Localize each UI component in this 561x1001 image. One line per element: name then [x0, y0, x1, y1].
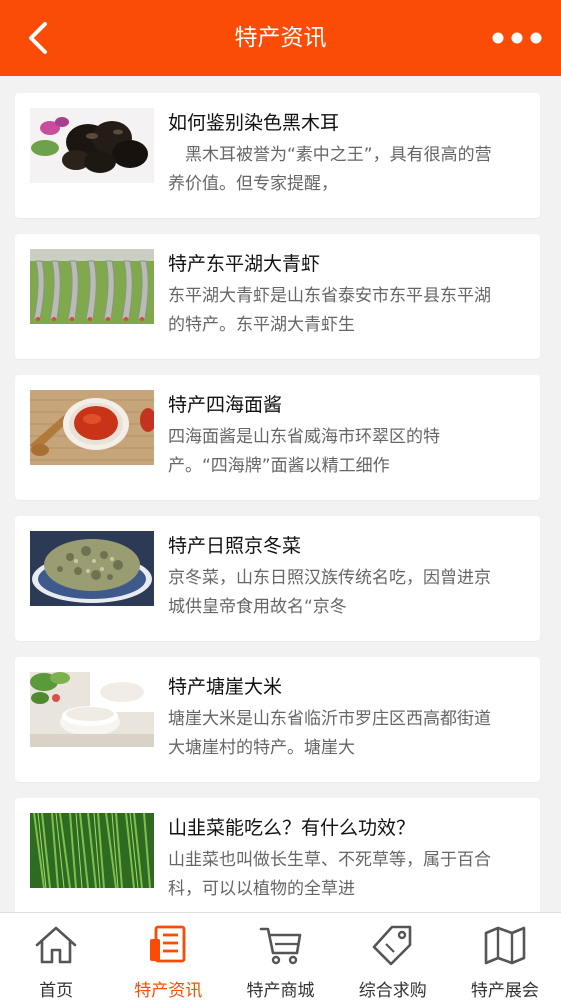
list-item[interactable]: 特产塘崖大米 塘崖大米是山东省临沂市罗庄区西高都街道大塘崖村的特产。塘崖大: [15, 657, 540, 782]
map-icon: [484, 926, 526, 964]
home-icon: [35, 926, 77, 963]
tab-label: 特产商城: [246, 981, 315, 1001]
more-dots-icon: [492, 32, 542, 44]
list-item[interactable]: 特产东平湖大青虾 东平湖大青虾是山东省泰安市东平县东平湖的特产。东平湖大青虾生: [15, 234, 540, 359]
bottom-tab-bar: 首页 特产资讯 特产商城 综合求购 特产展会: [0, 912, 561, 1001]
tab-label: 特产展会: [470, 981, 539, 1001]
tab-expo[interactable]: 特产展会: [449, 913, 561, 1001]
article-summary: 山韭菜也叫做长生草、不死草等，属于百合科，可以以植物的全草进: [168, 850, 491, 899]
tab-label: 首页: [39, 981, 74, 1001]
article-summary: 塘崖大米是山东省临沂市罗庄区西高都街道大塘崖村的特产。塘崖大: [168, 709, 491, 758]
preserved-vegetable-image: [30, 531, 154, 606]
sauce-bowl-image: [30, 390, 154, 465]
article-title: 如何鉴别染色黑木耳: [168, 112, 340, 134]
tab-home[interactable]: 首页: [0, 913, 112, 1001]
tab-label: 特产资讯: [134, 981, 203, 1001]
list-item[interactable]: 如何鉴别染色黑木耳 黑木耳被誉为“素中之王”，具有很高的营养价值。但专家提醒，: [15, 93, 540, 218]
shrimp-image: [30, 249, 154, 324]
list-item[interactable]: 特产日照京冬菜 京冬菜，山东日照汉族传统名吃，因曾进京城供皇帝食用故名“京冬: [15, 516, 540, 641]
page-title: 特产资讯: [234, 25, 327, 51]
news-icon: [150, 925, 186, 962]
cart-icon: [259, 927, 301, 964]
article-summary: 黑木耳被誉为“素中之王”，具有很高的营养价值。但专家提醒，: [168, 145, 492, 194]
more-button[interactable]: [487, 18, 547, 58]
tab-mall[interactable]: 特产商城: [224, 913, 336, 1001]
tab-news[interactable]: 特产资讯: [112, 913, 224, 1001]
article-summary: 京冬菜，山东日照汉族传统名吃，因曾进京城供皇帝食用故名“京冬: [168, 568, 491, 617]
rice-bowl-image: [30, 672, 154, 747]
article-summary: 东平湖大青虾是山东省泰安市东平县东平湖的特产。东平湖大青虾生: [168, 286, 491, 335]
tab-label: 综合求购: [358, 981, 427, 1001]
list-item[interactable]: 山韭菜能吃么？有什么功效？ 山韭菜也叫做长生草、不死草等，属于百合科，可以以植物…: [15, 798, 540, 923]
top-bar: 特产资讯: [0, 0, 561, 76]
article-title: 特产四海面酱: [168, 394, 283, 416]
black-fungus-image: [30, 108, 154, 183]
wild-chives-image: [30, 813, 154, 888]
article-title: 山韭菜能吃么？有什么功效？: [168, 817, 416, 839]
list-item[interactable]: 特产四海面酱 四海面酱是山东省威海市环翠区的特产。“四海牌”面酱以精工细作: [15, 375, 540, 500]
article-title: 特产日照京冬菜: [168, 535, 302, 557]
article-title: 特产塘崖大米: [168, 676, 283, 698]
tab-purchase[interactable]: 综合求购: [337, 913, 449, 1001]
article-summary: 四海面酱是山东省威海市环翠区的特产。“四海牌”面酱以精工细作: [168, 427, 440, 476]
article-title: 特产东平湖大青虾: [168, 253, 321, 275]
tag-icon: [372, 925, 412, 965]
